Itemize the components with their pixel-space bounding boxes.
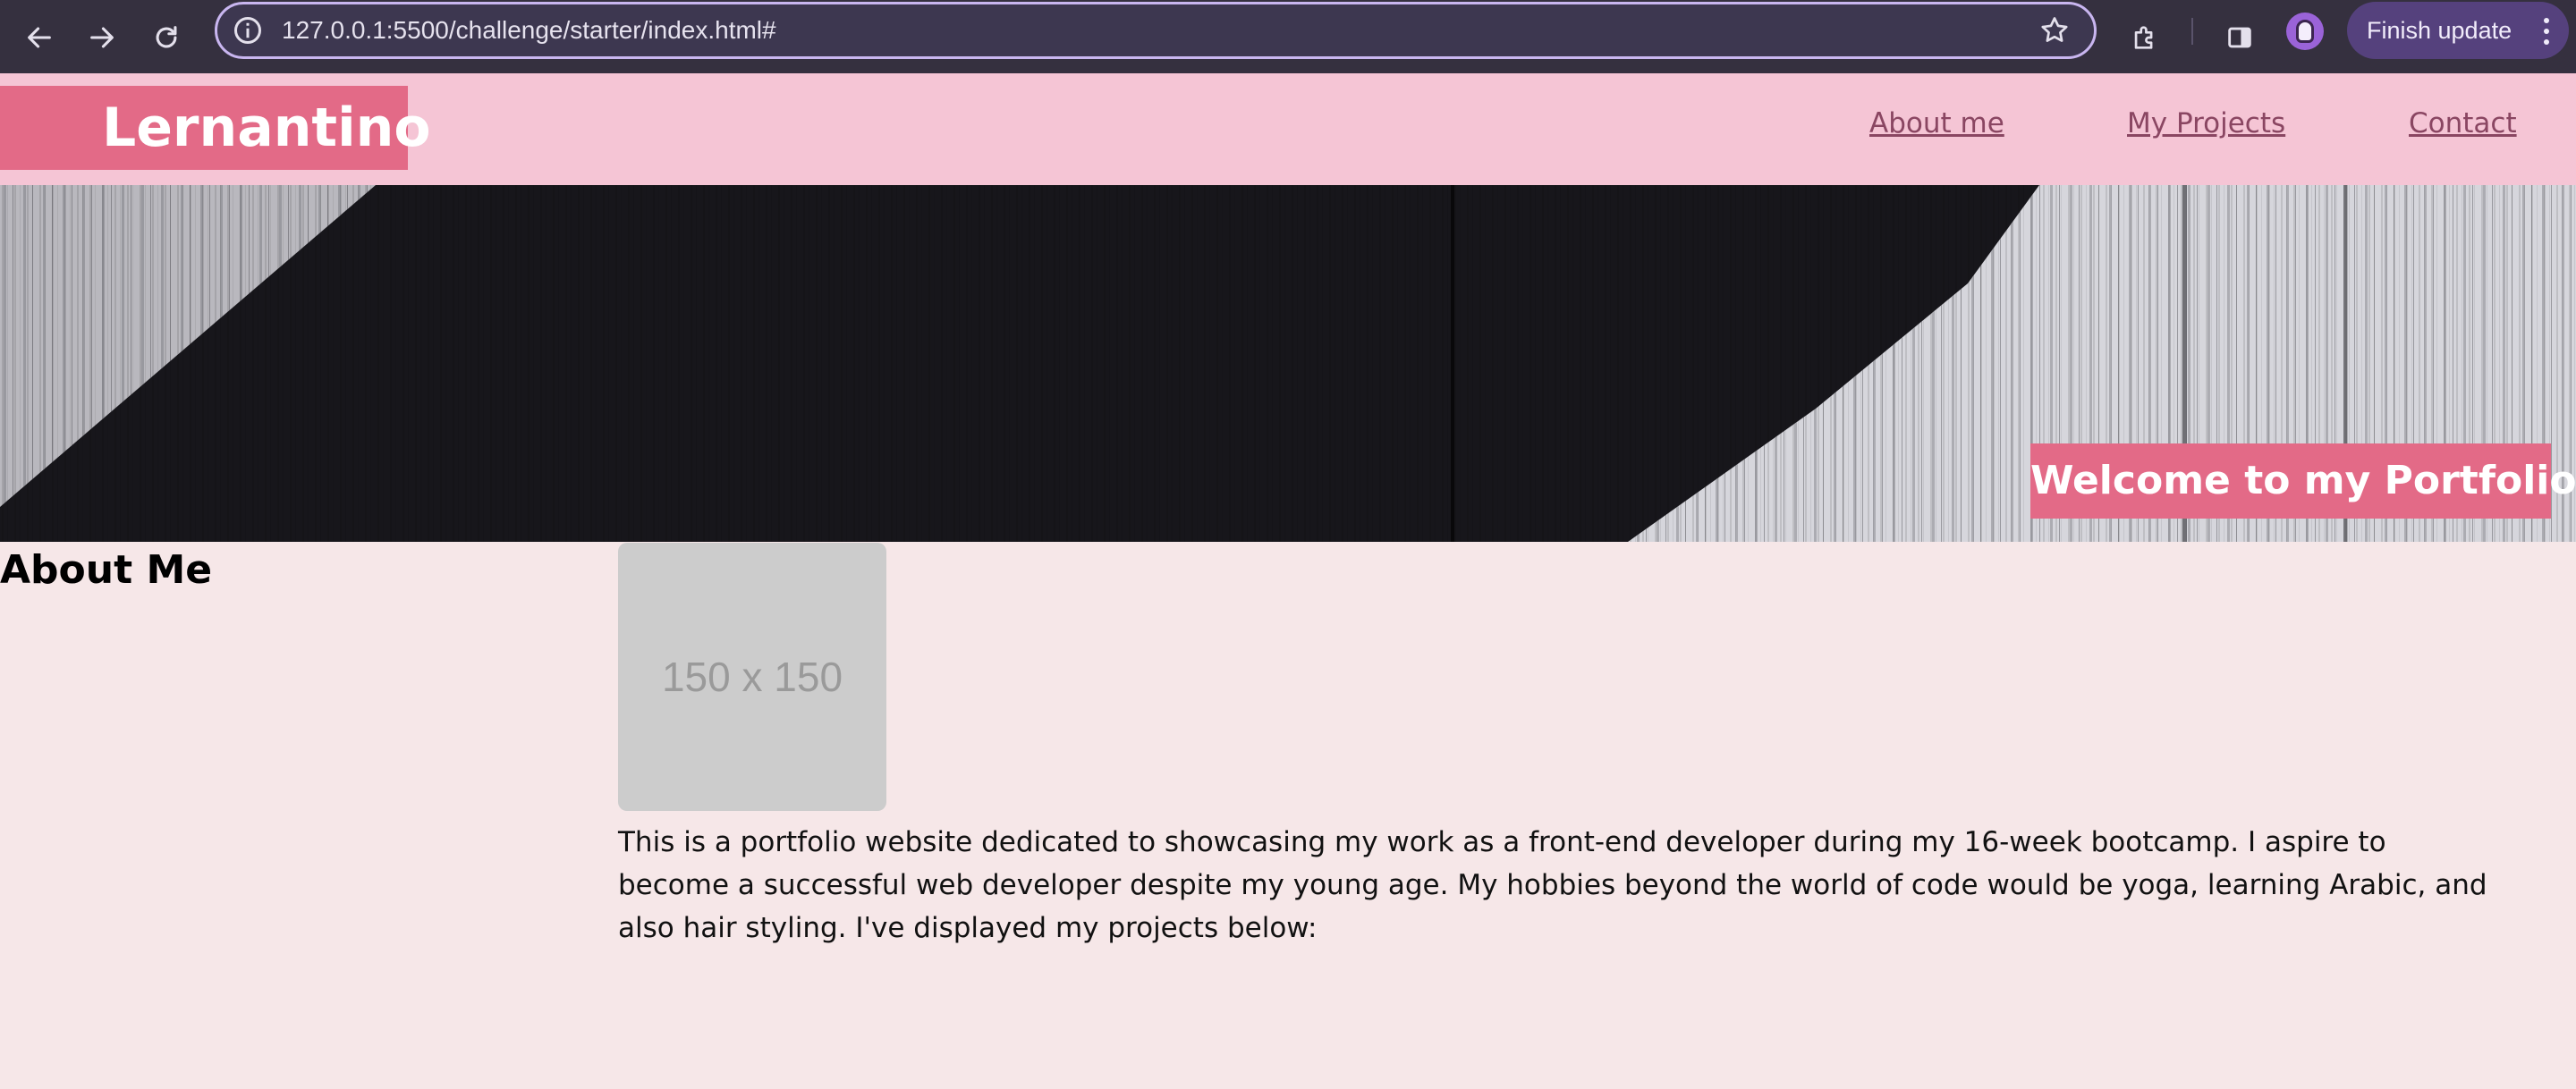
hero-title-box: Welcome to my Portfolio! bbox=[2030, 443, 2576, 519]
site-logo: Lernantino bbox=[0, 86, 431, 170]
info-icon[interactable] bbox=[232, 14, 264, 46]
side-panel-button[interactable] bbox=[2213, 11, 2267, 64]
arrow-right-icon bbox=[90, 27, 114, 48]
address-bar[interactable]: 127.0.0.1:5500/challenge/starter/index.h… bbox=[215, 2, 2097, 59]
about-heading: About Me bbox=[0, 547, 213, 593]
extensions-button[interactable] bbox=[2118, 11, 2172, 64]
forward-button[interactable] bbox=[75, 11, 129, 64]
finish-update-label: Finish update bbox=[2367, 17, 2512, 44]
browser-toolbar: 127.0.0.1:5500/challenge/starter/index.h… bbox=[0, 0, 2576, 73]
profile-avatar[interactable] bbox=[2286, 13, 2324, 50]
avatar-face bbox=[2296, 20, 2314, 43]
nav-link-my-projects[interactable]: My Projects bbox=[2127, 107, 2285, 139]
puzzle-icon bbox=[2134, 26, 2153, 49]
side-panel-icon bbox=[2228, 27, 2251, 48]
star-icon[interactable] bbox=[2038, 14, 2071, 46]
arrow-left-icon bbox=[28, 27, 51, 48]
kebab-menu-icon[interactable] bbox=[2544, 18, 2549, 45]
placeholder-label: 150 x 150 bbox=[661, 654, 843, 700]
about-paragraph: This is a portfolio website dedicated to… bbox=[618, 826, 2487, 944]
site-header: Lernantino About me My Projects Contact bbox=[0, 73, 2576, 185]
profile-image-placeholder: 150 x 150 bbox=[618, 543, 886, 811]
back-button[interactable] bbox=[13, 11, 66, 64]
hero-title: Welcome to my Portfolio! bbox=[2030, 458, 2576, 503]
hero-banner: Welcome to my Portfolio! bbox=[0, 185, 2576, 542]
nav-link-about-me[interactable]: About me bbox=[1869, 107, 2004, 139]
nav-link-contact[interactable]: Contact bbox=[2409, 107, 2517, 139]
url-text[interactable]: 127.0.0.1:5500/challenge/starter/index.h… bbox=[282, 4, 776, 56]
reload-icon bbox=[156, 26, 177, 48]
reload-button[interactable] bbox=[140, 11, 193, 64]
toolbar-divider bbox=[2191, 18, 2193, 45]
finish-update-button[interactable]: Finish update bbox=[2347, 2, 2569, 59]
site-logo-text: Lernantino bbox=[102, 97, 431, 159]
